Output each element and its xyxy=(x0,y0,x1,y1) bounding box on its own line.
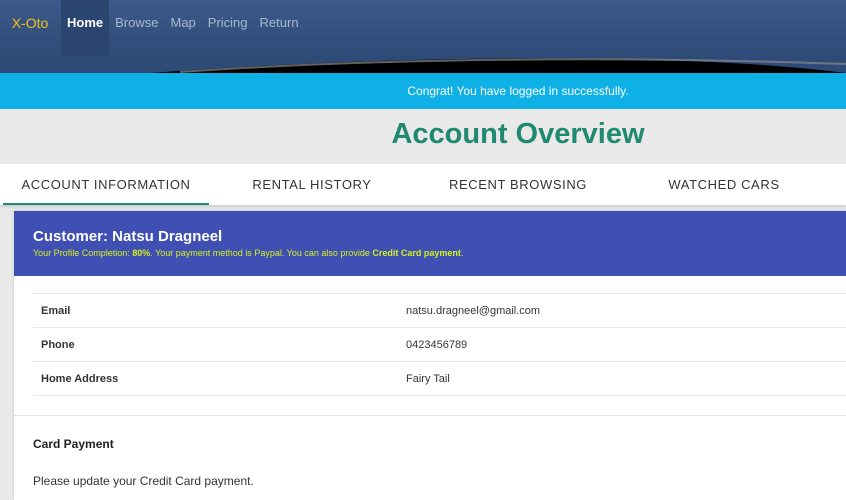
tab-watched-cars[interactable]: WATCHED CARS xyxy=(621,164,827,205)
address-label: Home Address xyxy=(33,361,406,396)
nav-return[interactable]: Return xyxy=(254,0,305,46)
customer-name: Customer: Natsu Dragneel xyxy=(33,228,223,245)
contact-info-table: Email natsu.dragneel@gmail.com Phone 042… xyxy=(33,293,846,396)
nav-pricing[interactable]: Pricing xyxy=(202,0,254,46)
email-label: Email xyxy=(33,293,406,328)
tab-rental-history[interactable]: RENTAL HISTORY xyxy=(209,164,415,205)
account-info-card: Customer: Natsu Dragneel Your Profile Co… xyxy=(14,211,846,500)
nav-map[interactable]: Map xyxy=(164,0,201,46)
section-divider xyxy=(14,415,846,416)
card-payment-title: Card Payment xyxy=(33,437,114,451)
login-success-alert: Congrat! You have logged in successfully… xyxy=(0,73,846,109)
completion-suffix: . xyxy=(460,248,464,258)
top-navbar: X-Oto Home Browse Map Pricing Return xyxy=(0,0,846,56)
payment-method-text: . Your payment method is Paypal. You can… xyxy=(150,248,373,258)
card-payment-text: Please update your Credit Card payment. xyxy=(33,474,254,488)
nav-home[interactable]: Home xyxy=(61,0,110,56)
header-swoosh-decoration xyxy=(0,56,846,73)
customer-header: Customer: Natsu Dragneel Your Profile Co… xyxy=(14,211,846,276)
email-value: natsu.dragneel@gmail.com xyxy=(406,293,846,328)
address-value: Fairy Tail xyxy=(406,361,846,396)
table-row: Phone 0423456789 xyxy=(33,327,846,362)
table-row: Email natsu.dragneel@gmail.com xyxy=(33,293,846,328)
phone-label: Phone xyxy=(33,327,406,362)
completion-prefix: Your Profile Completion: xyxy=(33,248,133,258)
credit-card-emphasis: Credit Card payment xyxy=(372,248,461,258)
phone-value: 0423456789 xyxy=(406,327,846,362)
tab-recent-browsing[interactable]: RECENT BROWSING xyxy=(415,164,621,205)
nav-browse[interactable]: Browse xyxy=(109,0,164,46)
brand-logo[interactable]: X-Oto xyxy=(0,0,60,56)
table-row: Home Address Fairy Tail xyxy=(33,361,846,396)
tab-account-information[interactable]: ACCOUNT INFORMATION xyxy=(3,164,209,205)
nav-links: Home Browse Map Pricing Return xyxy=(61,0,305,56)
profile-completion-text: Your Profile Completion: 80%. Your payme… xyxy=(33,248,463,258)
completion-value: 80% xyxy=(132,248,151,258)
page-title: Account Overview xyxy=(391,118,645,150)
account-tabs: ACCOUNT INFORMATION RENTAL HISTORY RECEN… xyxy=(0,164,846,205)
